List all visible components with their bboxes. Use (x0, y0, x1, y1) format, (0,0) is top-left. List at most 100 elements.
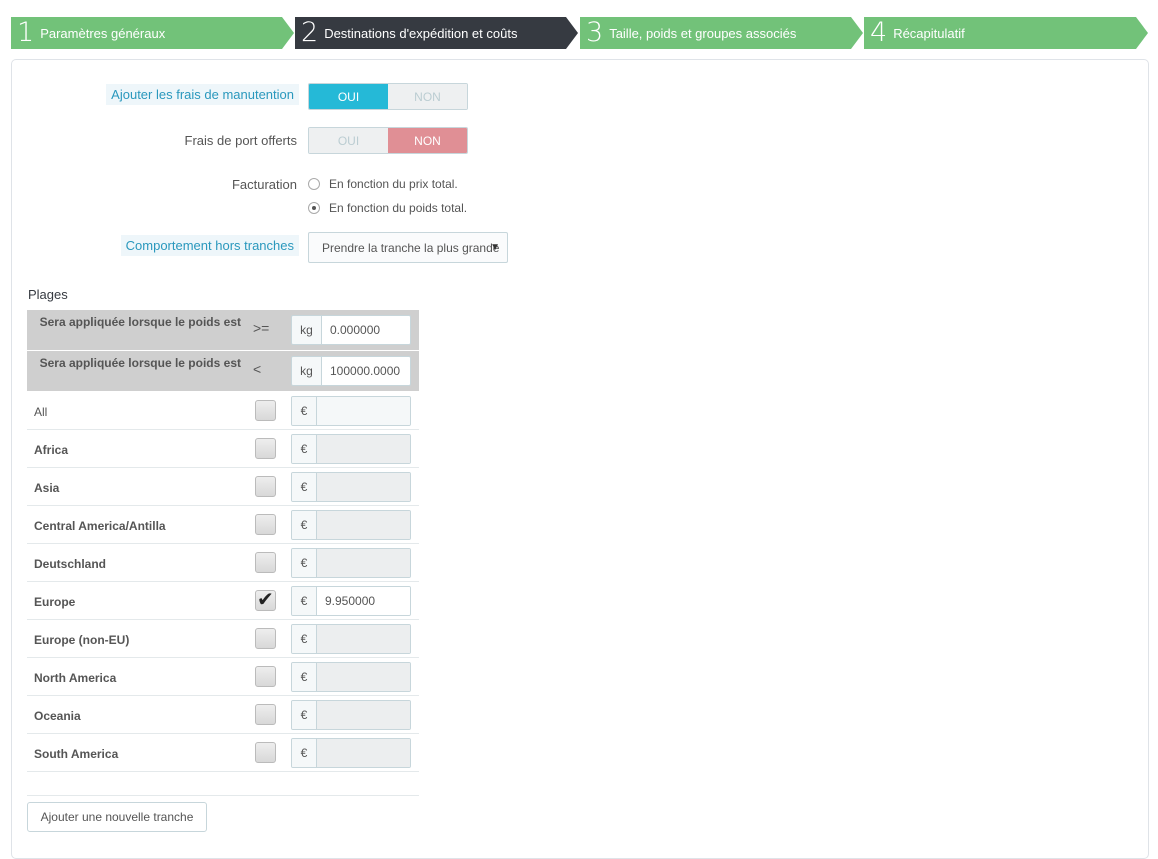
range-operator: < (253, 361, 262, 377)
zone-name: Africa (34, 443, 69, 457)
zone-price-value[interactable] (317, 625, 410, 653)
currency-addon: € (292, 701, 317, 729)
zone-name: Asia (34, 481, 60, 495)
billing-option-weight[interactable]: En fonction du poids total. (308, 201, 467, 215)
range-operator: >= (253, 320, 270, 336)
handling-fees-no[interactable]: NON (388, 84, 467, 109)
zone-row: North America € (27, 658, 419, 696)
currency-addon: € (292, 739, 317, 767)
zone-checkbox[interactable] (255, 438, 276, 459)
handling-fees-switch[interactable]: OUI NON (308, 83, 468, 110)
free-shipping-no[interactable]: NON (388, 128, 467, 153)
zone-name: Deutschland (34, 557, 107, 571)
zone-row: Europe ✔ €9.950000 (27, 582, 419, 620)
step-number: 2 (301, 17, 319, 48)
zone-row: All € (27, 392, 419, 430)
zone-name: Oceania (34, 709, 81, 723)
zone-row: Europe (non-EU) € (27, 620, 419, 658)
handling-fees-yes[interactable]: OUI (309, 84, 388, 109)
billing-option-label: En fonction du poids total. (329, 201, 468, 215)
out-of-range-label: Comportement hors tranches (120, 235, 299, 256)
zone-checkbox[interactable] (255, 476, 276, 497)
step-label: Paramètres généraux (40, 25, 166, 41)
step-label: Récapitulatif (893, 25, 965, 41)
zone-checkbox[interactable] (255, 628, 276, 649)
add-range-button[interactable]: Ajouter une nouvelle tranche (27, 802, 207, 832)
zone-price-input[interactable]: € (291, 548, 411, 578)
step-number: 4 (870, 17, 888, 48)
range-min-input[interactable]: kg 0.000000 (291, 315, 411, 345)
currency-addon: € (292, 625, 317, 653)
zone-price-input[interactable]: € (291, 434, 411, 464)
zone-checkbox[interactable] (255, 552, 276, 573)
range-max-value[interactable]: 100000.0000 (322, 357, 410, 385)
unit-addon: kg (292, 316, 322, 344)
ranges-title: Plages (28, 287, 68, 302)
zone-price-value[interactable] (317, 739, 410, 767)
zone-name: Europe (non-EU) (34, 633, 130, 647)
zone-price-input[interactable]: € (291, 662, 411, 692)
zone-checkbox[interactable] (255, 400, 276, 421)
currency-addon: € (292, 435, 317, 463)
zone-price-value[interactable]: 9.950000 (317, 587, 410, 615)
step-number: 3 (586, 17, 604, 48)
zone-price-value[interactable] (317, 701, 410, 729)
zone-price-input[interactable]: € (291, 472, 411, 502)
zone-price-input[interactable]: € (291, 738, 411, 768)
free-shipping-switch[interactable]: OUI NON (308, 127, 468, 154)
zone-checkbox[interactable] (255, 704, 276, 725)
zone-price-value[interactable] (317, 549, 410, 577)
zone-price-value[interactable] (317, 397, 410, 425)
zone-price-input[interactable]: € (291, 510, 411, 540)
zone-checkbox-checked[interactable]: ✔ (255, 589, 276, 611)
zone-name: All (34, 405, 48, 419)
zone-name: Europe (34, 595, 76, 609)
zone-checkbox[interactable] (255, 742, 276, 763)
zone-row: Oceania € (27, 696, 419, 734)
zone-row: Asia € (27, 468, 419, 506)
wizard-step-2[interactable]: 2 Destinations d'expédition et coûts (295, 17, 578, 49)
zone-checkbox[interactable] (255, 514, 276, 535)
zone-price-value[interactable] (317, 511, 410, 539)
range-max-input[interactable]: kg 100000.0000 (291, 356, 411, 386)
handling-fees-label: Ajouter les frais de manutention (106, 84, 299, 105)
billing-option-label: En fonction du prix total. (329, 177, 458, 191)
select-value: Prendre la tranche la plus grande (322, 240, 500, 255)
wizard-steps: 1 Paramètres généraux 2 Destinations d'e… (11, 17, 1148, 49)
zone-name: Central America/Antilla (34, 519, 166, 533)
step-label: Taille, poids et groupes associés (609, 25, 797, 41)
zone-price-value[interactable] (317, 473, 410, 501)
zone-row: South America € (27, 734, 419, 772)
wizard-step-1[interactable]: 1 Paramètres généraux (11, 17, 294, 49)
wizard-step-3[interactable]: 3 Taille, poids et groupes associés (580, 17, 863, 49)
zone-checkbox[interactable] (255, 666, 276, 687)
range-row-min: Sera appliquée lorsque le poids est >= k… (27, 310, 419, 350)
free-shipping-yes[interactable]: OUI (309, 128, 388, 153)
range-row-max: Sera appliquée lorsque le poids est < kg… (27, 351, 419, 391)
zone-row: Africa € (27, 430, 419, 468)
range-label: Sera appliquée lorsque le poids est (39, 356, 241, 370)
zone-price-input[interactable]: € (291, 624, 411, 654)
divider (27, 795, 419, 796)
radio-button[interactable] (308, 178, 320, 190)
range-min-value[interactable]: 0.000000 (322, 316, 410, 344)
zone-price-value[interactable] (317, 663, 410, 691)
unit-addon: kg (292, 357, 322, 385)
out-of-range-select[interactable]: Prendre la tranche la plus grande ▼ (308, 232, 508, 263)
zone-row: Deutschland € (27, 544, 419, 582)
currency-addon: € (292, 663, 317, 691)
zone-price-value[interactable] (317, 435, 410, 463)
shipping-costs-panel: Ajouter les frais de manutention OUI NON… (11, 59, 1149, 859)
zone-price-input[interactable]: € (291, 396, 411, 426)
wizard-step-4[interactable]: 4 Récapitulatif (864, 17, 1148, 49)
zone-price-input[interactable]: € (291, 700, 411, 730)
chevron-down-icon: ▼ (490, 242, 500, 253)
billing-option-price[interactable]: En fonction du prix total. (308, 177, 458, 191)
zone-row: Central America/Antilla € (27, 506, 419, 544)
step-label: Destinations d'expédition et coûts (324, 25, 518, 41)
radio-button-checked[interactable] (308, 202, 320, 214)
check-icon: ✔ (257, 589, 274, 611)
currency-addon: € (292, 549, 317, 577)
currency-addon: € (292, 587, 317, 615)
zone-price-input[interactable]: €9.950000 (291, 586, 411, 616)
